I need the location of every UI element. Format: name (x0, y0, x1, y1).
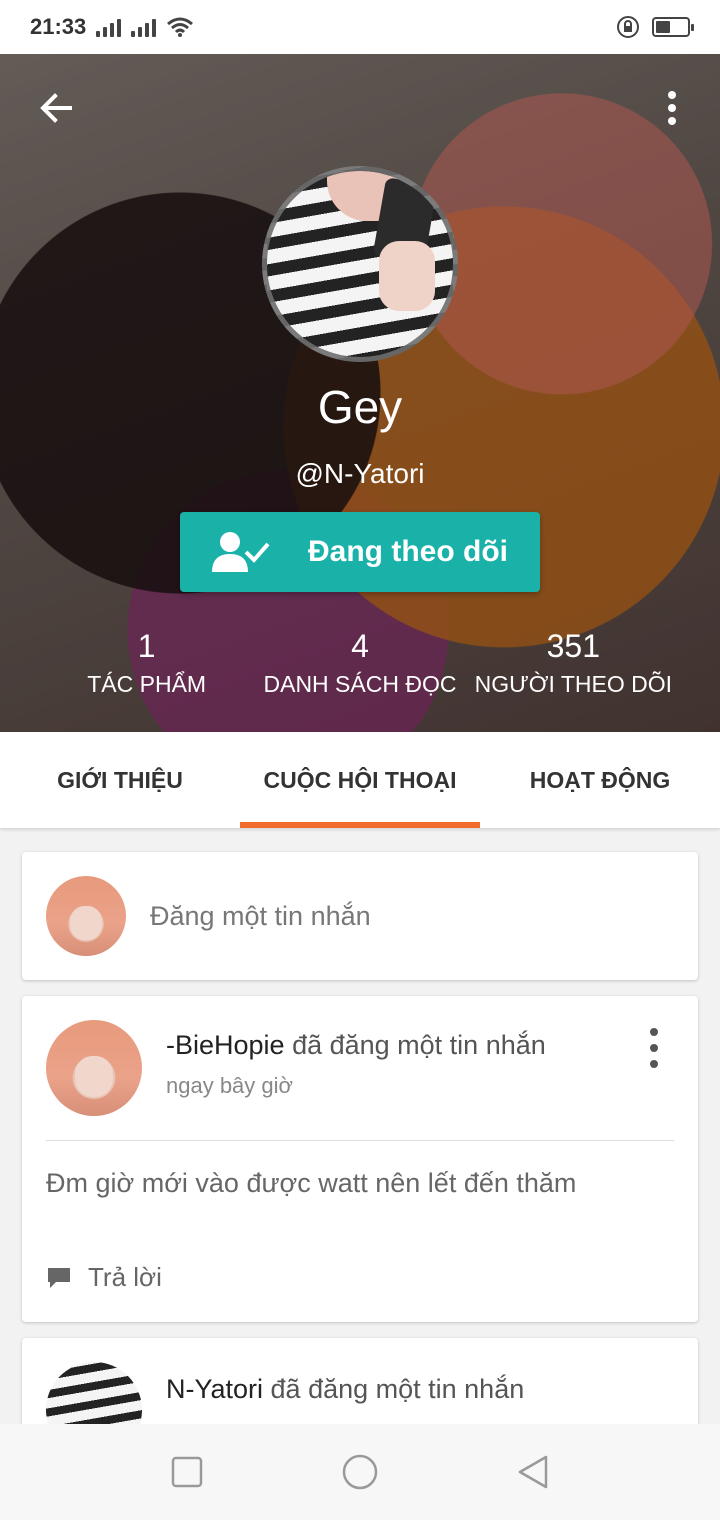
stat-works[interactable]: 1 TÁC PHẨM (40, 628, 253, 698)
profile-tabs: GIỚI THIỆU CUỘC HỘI THOẠI HOẠT ĐỘNG (0, 732, 720, 828)
stat-label: NGƯỜI THEO DÕI (474, 671, 673, 697)
profile-header: Gey @N-Yatori Đang theo dõi 1 TÁC PHẨM 4… (0, 54, 720, 732)
post-action: đã đăng một tin nhắn (263, 1374, 525, 1404)
status-time: 21:33 (30, 14, 87, 39)
stat-value: 1 (137, 628, 156, 664)
reply-label: Trả lời (88, 1262, 162, 1292)
post-author-name[interactable]: -BieHopie (166, 1030, 285, 1060)
tab-conversations[interactable]: CUỘC HỘI THOẠI (240, 732, 480, 828)
wifi-icon (167, 17, 194, 37)
post-header: -BieHopie đã đăng một tin nhắn (166, 1030, 546, 1061)
display-name: Gey (317, 381, 403, 433)
battery-icon (652, 17, 694, 37)
post-timestamp: ngay bây giờ (166, 1073, 293, 1098)
nav-home-button[interactable] (332, 1444, 388, 1500)
nav-recents-icon (171, 1456, 202, 1488)
back-button[interactable] (32, 84, 80, 132)
stat-label: TÁC PHẨM (87, 671, 207, 697)
system-nav-bar (0, 1424, 720, 1520)
post-action: đã đăng một tin nhắn (284, 1030, 546, 1060)
nav-back-icon (519, 1455, 548, 1489)
signal-icon-2 (131, 17, 157, 37)
following-button-label: Đang theo dõi (308, 535, 508, 568)
divider (46, 1140, 674, 1141)
following-button[interactable]: Đang theo dõi (180, 512, 540, 592)
stat-label: DANH SÁCH ĐỌC (263, 671, 457, 697)
profile-stats: 1 TÁC PHẨM 4 DANH SÁCH ĐỌC 351 NGƯỜI THE… (40, 628, 680, 698)
post-author-name[interactable]: N-Yatori (166, 1374, 263, 1404)
signal-icon (96, 17, 122, 37)
nav-back-button[interactable] (505, 1444, 561, 1500)
back-arrow-icon (40, 93, 72, 123)
tab-about[interactable]: GIỚI THIỆU (0, 732, 240, 828)
nav-home-icon (342, 1454, 378, 1490)
more-options-button[interactable] (648, 84, 696, 132)
status-bar: 21:33 (0, 0, 720, 54)
username: @N-Yatori (295, 458, 425, 489)
more-vert-icon (668, 91, 676, 125)
stat-followers[interactable]: 351 NGƯỜI THEO DÕI (467, 628, 680, 698)
user-check-icon (212, 532, 270, 572)
stat-value: 4 (351, 628, 369, 664)
compose-placeholder[interactable]: Đăng một tin nhắn (150, 901, 371, 932)
conversation-post: -BieHopie đã đăng một tin nhắn ngay bây … (22, 996, 698, 1322)
profile-avatar (262, 166, 458, 362)
current-user-avatar (46, 876, 126, 956)
reply-button[interactable]: Trả lời (46, 1262, 162, 1293)
lock-rotation-icon (617, 16, 639, 38)
post-author-avatar[interactable] (46, 1020, 142, 1116)
compose-message-card[interactable]: Đăng một tin nhắn (22, 852, 698, 980)
post-more-button[interactable] (642, 1028, 666, 1068)
stat-value: 351 (546, 628, 601, 664)
stat-reading-lists[interactable]: 4 DANH SÁCH ĐỌC (253, 628, 466, 698)
post-body: Đm giờ mới vào được watt nên lết đến thă… (46, 1168, 577, 1198)
nav-recents-button[interactable] (159, 1444, 215, 1500)
tab-activity[interactable]: HOẠT ĐỘNG (480, 732, 720, 828)
comment-icon (48, 1267, 70, 1288)
